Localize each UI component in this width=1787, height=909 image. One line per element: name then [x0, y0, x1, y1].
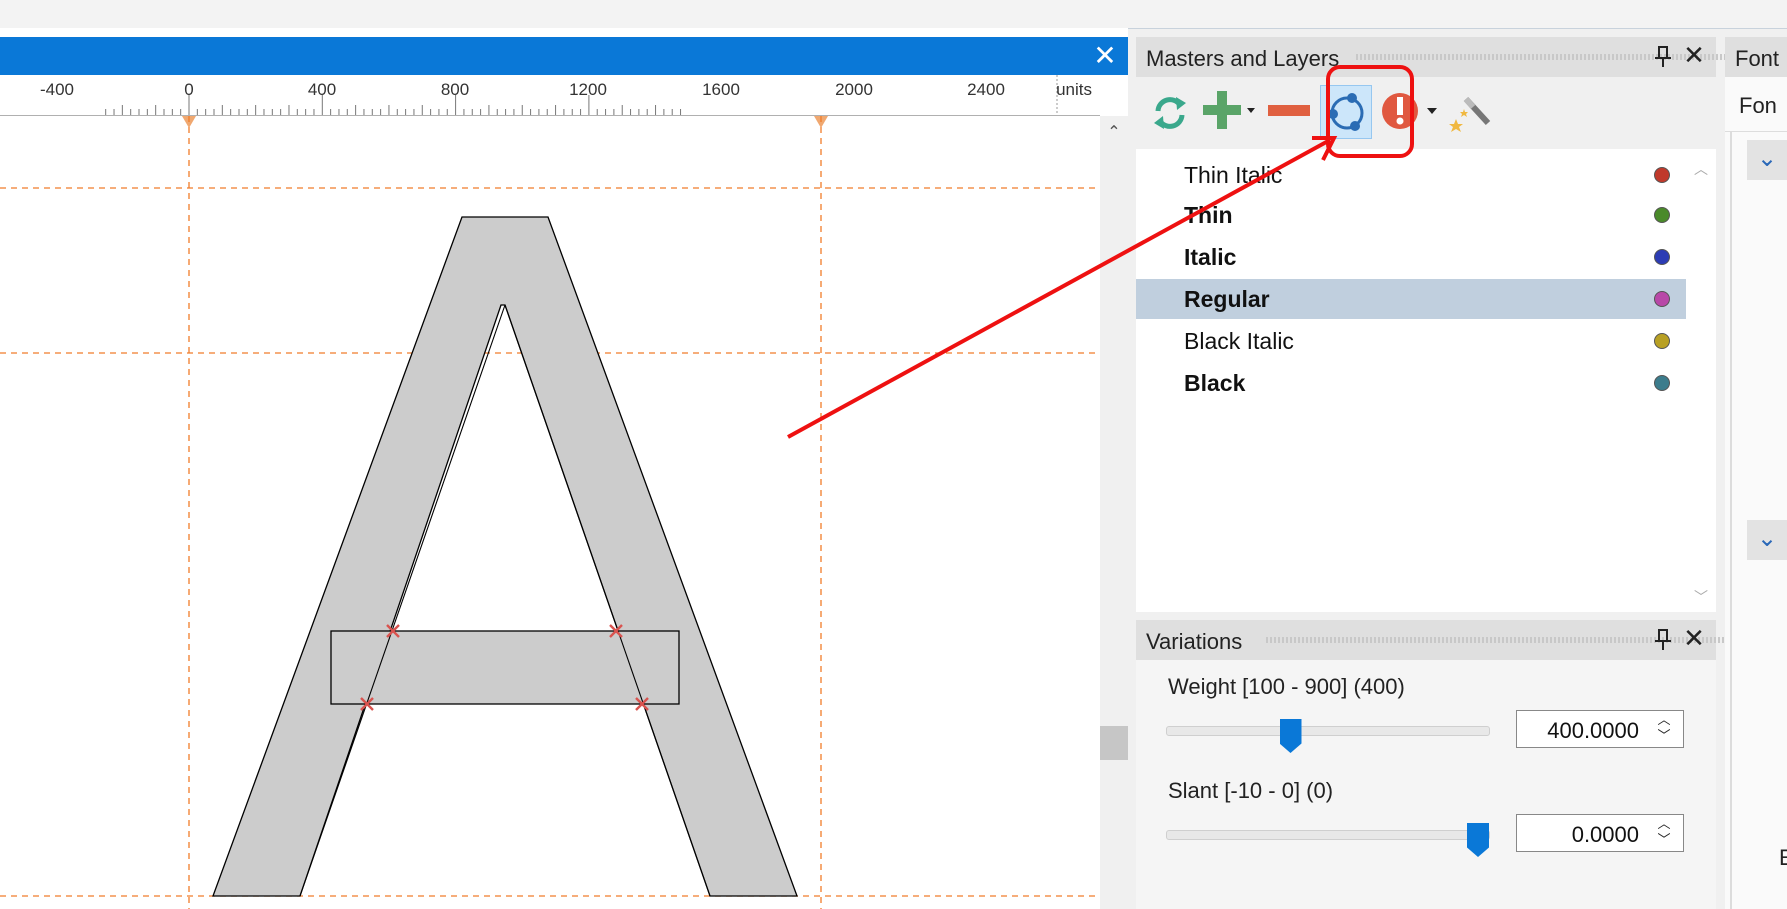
chevron-down-icon[interactable]: ﹀ — [1653, 729, 1675, 745]
ruler-ticks — [105, 75, 1058, 115]
panel-title: Font — [1735, 46, 1780, 71]
font-subtab[interactable]: Fon — [1739, 93, 1777, 119]
masters-toolbar — [1136, 77, 1716, 149]
glyph-a-outline[interactable] — [212, 216, 798, 897]
glyph-editor: ✕ -400 0 400 800 1200 1600 2000 2400 uni… — [0, 28, 1128, 909]
ruler-label: 2400 — [967, 80, 1005, 99]
master-name: Black Italic — [1184, 328, 1294, 354]
close-icon[interactable]: ✕ — [1090, 41, 1120, 71]
weight-slider[interactable] — [1166, 719, 1490, 753]
weight-value: 400.0000 — [1547, 718, 1639, 743]
panel-grip[interactable] — [1356, 54, 1776, 60]
master-row-black-italic[interactable]: Black Italic — [1136, 321, 1686, 361]
master-name: Thin — [1184, 202, 1233, 228]
chevron-down-icon[interactable]: ﹀ — [1692, 587, 1710, 606]
slant-slider-thumb[interactable] — [1467, 823, 1489, 857]
magic-wand-icon[interactable] — [1446, 85, 1498, 139]
panel-title: Variations — [1146, 629, 1243, 654]
panel-header: Masters and Layers ✕ — [1136, 37, 1776, 77]
top-bar — [0, 0, 1787, 29]
chevron-down-icon: ⌄ — [1757, 144, 1778, 172]
master-name: Italic — [1184, 244, 1237, 270]
ruler-label: -400 — [39, 80, 75, 99]
refresh-icon[interactable] — [1144, 85, 1196, 139]
horizontal-ruler: -400 0 400 800 1200 1600 2000 2400 units — [0, 75, 1100, 116]
ruler-label: 2000 — [835, 80, 873, 99]
master-row-italic[interactable]: Italic — [1136, 237, 1686, 277]
master-color-dot[interactable] — [1654, 333, 1670, 349]
font-panel: Font Fon ⌄ ⌄ E — [1725, 37, 1787, 909]
remove-icon[interactable] — [1264, 85, 1316, 139]
scroll-up-icon[interactable]: ⌃ — [1104, 122, 1124, 142]
slant-value: 0.0000 — [1571, 822, 1639, 847]
add-icon[interactable] — [1198, 85, 1255, 139]
master-row-black[interactable]: Black — [1136, 363, 1686, 403]
master-color-dot[interactable] — [1654, 207, 1670, 223]
slant-slider[interactable] — [1166, 823, 1490, 857]
master-color-dot[interactable] — [1654, 249, 1670, 265]
master-color-dot[interactable] — [1654, 291, 1670, 307]
master-name: Black — [1184, 370, 1246, 396]
glyph-a-crossbar[interactable] — [330, 630, 680, 705]
glyph-canvas[interactable] — [0, 116, 1100, 909]
close-icon[interactable]: ✕ — [1681, 624, 1707, 654]
variations-panel: Variations ✕ Weight [100 - 900] (400) 40… — [1136, 620, 1776, 909]
masters-and-layers-panel: Masters and Layers ✕ Thin Italic Thin It… — [1136, 37, 1776, 612]
ruler-label: 1600 — [702, 80, 740, 99]
ruler-label: 400 — [307, 80, 337, 99]
slant-value-field[interactable]: 0.0000 ︿ ﹀ — [1516, 814, 1684, 852]
master-name: Thin Italic — [1184, 162, 1283, 188]
ruler-label: 800 — [440, 80, 470, 99]
weight-value-field[interactable]: 400.0000 ︿ ﹀ — [1516, 710, 1684, 748]
masters-list: Thin Italic Thin Italic Regular Black It… — [1136, 149, 1686, 612]
master-color-dot[interactable] — [1654, 375, 1670, 391]
warning-icon[interactable] — [1376, 85, 1437, 139]
scrollbar-thumb[interactable] — [1100, 726, 1128, 760]
chevron-up-icon[interactable]: ︿ — [1653, 817, 1675, 833]
ruler-label: 0 — [184, 80, 194, 99]
chevron-up-icon[interactable]: ︿ — [1653, 713, 1675, 729]
expander-button[interactable]: ⌄ — [1747, 520, 1787, 560]
glyph-drawing — [0, 116, 1100, 909]
panel-header: Font — [1725, 37, 1787, 77]
weight-axis-label: Weight [100 - 900] (400) — [1168, 674, 1405, 699]
chevron-down-icon: ⌄ — [1757, 524, 1778, 552]
master-color-dot[interactable] — [1654, 167, 1670, 183]
expander-button[interactable]: ⌄ — [1747, 140, 1787, 180]
slant-axis-label: Slant [-10 - 0] (0) — [1168, 778, 1334, 803]
divider — [1725, 131, 1787, 132]
ruler-label: 1200 — [569, 80, 607, 99]
ruler-units: units — [1056, 80, 1092, 99]
chevron-down-icon[interactable]: ﹀ — [1653, 833, 1675, 849]
master-row-regular[interactable]: Regular — [1136, 279, 1686, 319]
interpolate-icon[interactable] — [1320, 85, 1372, 139]
pin-icon[interactable] — [1650, 626, 1676, 654]
font-panel-text: E — [1779, 845, 1787, 870]
masters-list-scrollbar[interactable]: ︿ ﹀ — [1686, 149, 1716, 612]
divider — [1730, 131, 1732, 909]
slant-spin-arrows[interactable]: ︿ ﹀ — [1653, 817, 1675, 849]
close-icon[interactable]: ✕ — [1681, 41, 1707, 71]
weight-slider-thumb[interactable] — [1279, 719, 1302, 753]
panel-header: Variations ✕ — [1136, 620, 1776, 660]
master-row-thin[interactable]: Thin — [1136, 195, 1686, 235]
pin-icon[interactable] — [1650, 43, 1676, 71]
weight-spin-arrows[interactable]: ︿ ﹀ — [1653, 713, 1675, 745]
master-name: Regular — [1184, 286, 1270, 312]
chevron-up-icon[interactable]: ︿ — [1692, 159, 1710, 178]
editor-scrollbar[interactable]: ⌃ — [1100, 116, 1128, 909]
editor-titlebar: ✕ — [0, 37, 1128, 75]
master-row-thin-italic[interactable]: Thin Italic — [1136, 155, 1686, 195]
panel-title: Masters and Layers — [1146, 46, 1340, 71]
